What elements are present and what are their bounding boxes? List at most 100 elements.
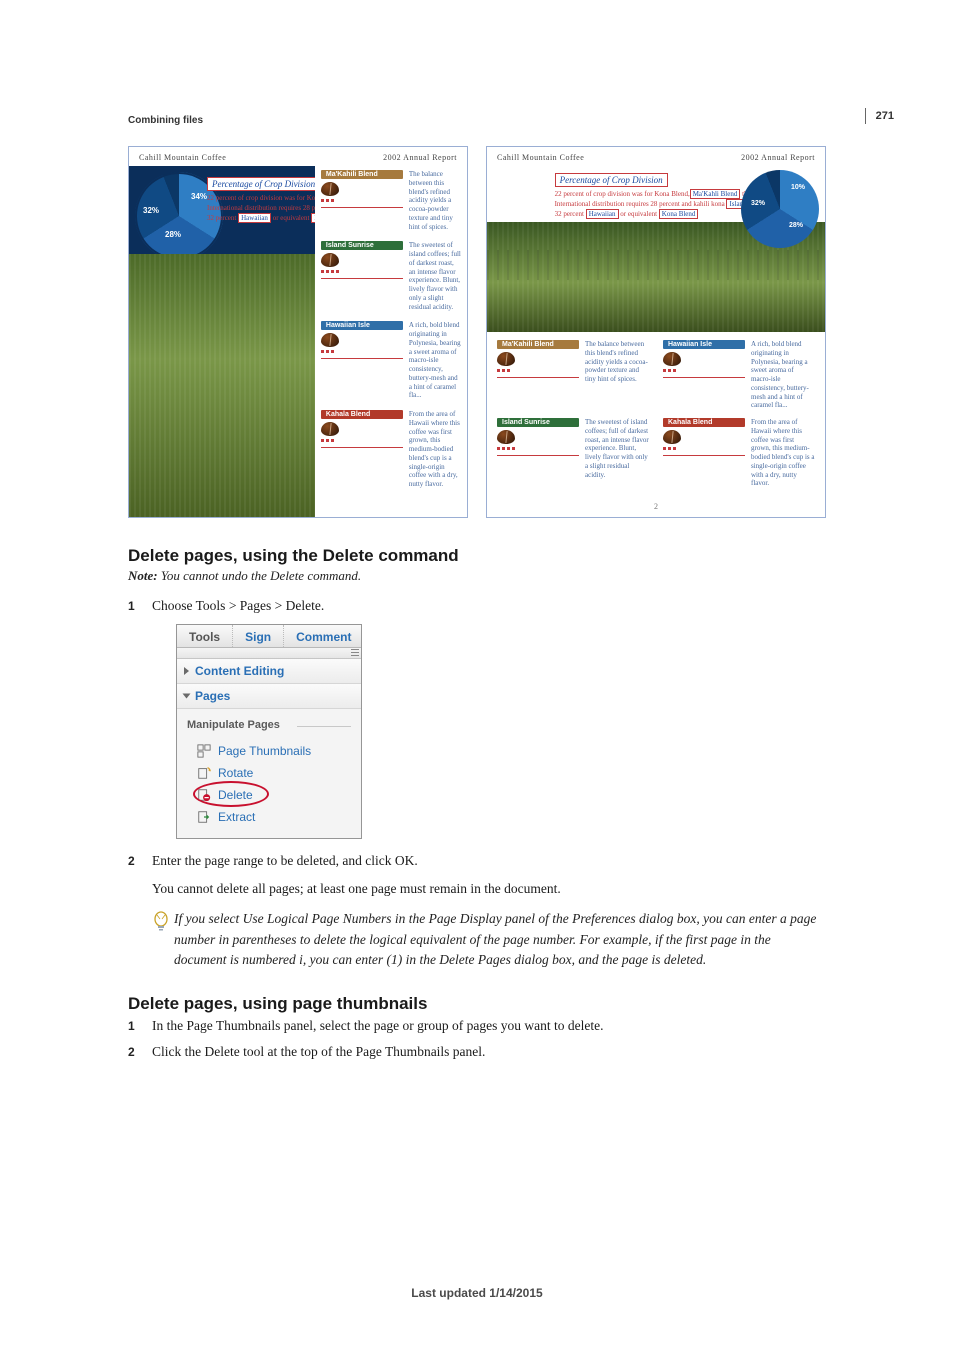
pie-slice-pct: 32%: [143, 206, 159, 215]
tools-panel-screenshot: Tools Sign Comment Content Editing Pages: [176, 624, 362, 839]
coffee-bean-icon: [321, 253, 339, 267]
tab-sign[interactable]: Sign: [233, 625, 284, 647]
blend-tag: Kahala Blend: [663, 418, 745, 427]
coffee-bean-icon: [663, 430, 681, 444]
step-text: Choose Tools > Pages > Delete.: [152, 598, 324, 613]
tab-comment[interactable]: Comment: [284, 625, 363, 647]
tab-tools[interactable]: Tools: [177, 625, 233, 647]
rating-dots: [321, 199, 403, 202]
coffee-bean-icon: [321, 333, 339, 347]
chart-legend-title: Percentage of Crop Division: [555, 173, 668, 187]
note-prefix: Note:: [128, 568, 158, 583]
item-page-thumbnails[interactable]: Page Thumbnails: [187, 740, 351, 762]
blend-tag: Kahala Blend: [321, 410, 403, 419]
panel-tabs: Tools Sign Comment: [177, 625, 361, 648]
delete-icon: [197, 788, 211, 802]
blend-description: From the area of Hawaii where this coffe…: [751, 418, 815, 488]
rating-dots: [497, 369, 579, 372]
figure-photo-area: 34% 32% 28% Percentage of Crop Division …: [129, 166, 315, 517]
steps-list: Choose Tools > Pages > Delete. Tools Sig…: [128, 596, 826, 899]
item-delete[interactable]: Delete: [187, 784, 351, 806]
note-text: Note: You cannot undo the Delete command…: [128, 568, 826, 584]
page-number: 271: [865, 108, 894, 124]
rating-dots: [321, 270, 403, 273]
blend-description: The sweetest of island coffees; full of …: [585, 418, 649, 488]
rating-dots: [663, 447, 745, 450]
item-extract[interactable]: Extract: [187, 806, 351, 828]
blend-card: Ma'Kahili Blend The balance between this…: [321, 170, 461, 231]
blend-card: Ma'Kahili Blend The balance between this…: [497, 340, 649, 410]
blend-tag: Hawaiian Isle: [321, 321, 403, 330]
pie-slice-pct: 28%: [789, 222, 803, 229]
disclosure-triangle-icon: [184, 667, 189, 675]
step-item: Choose Tools > Pages > Delete. Tools Sig…: [128, 596, 826, 839]
lightbulb-icon: [152, 911, 170, 935]
blend-description: From the area of Hawaii where this coffe…: [409, 410, 461, 489]
blend-tag: Ma'Kahili Blend: [497, 340, 579, 349]
extract-icon: [197, 810, 211, 824]
row-content-editing[interactable]: Content Editing: [177, 659, 361, 684]
figure-titlebar: Cahill Mountain Coffee 2002 Annual Repor…: [487, 147, 825, 166]
pie-slice-pct: 10%: [791, 184, 805, 191]
breadcrumb: Combining files: [128, 115, 826, 126]
brand-name: Cahill Mountain Coffee: [497, 153, 584, 162]
rating-dots: [321, 439, 403, 442]
step-item: Enter the page range to be deleted, and …: [128, 851, 826, 900]
blend-tag: Island Sunrise: [497, 418, 579, 427]
pie-slice-pct: 32%: [751, 200, 765, 207]
coffee-bean-icon: [497, 430, 515, 444]
blend-description: The balance between this blend's refined…: [585, 340, 649, 410]
coffee-bean-icon: [497, 352, 515, 366]
page-thumbnails-icon: [197, 744, 211, 758]
figure-portrait: Cahill Mountain Coffee 2002 Annual Repor…: [128, 146, 468, 518]
report-year: 2002 Annual Report: [741, 153, 815, 162]
coffee-bean-icon: [321, 422, 339, 436]
heading-delete-command: Delete pages, using the Delete command: [128, 546, 826, 566]
row-pages[interactable]: Pages: [177, 684, 361, 709]
blend-tag: Island Sunrise: [321, 241, 403, 250]
figures-row: Cahill Mountain Coffee 2002 Annual Repor…: [128, 146, 826, 518]
blend-description: The balance between this blend's refined…: [409, 170, 461, 231]
blend-card: Hawaiian Isle A rich, bold blend origina…: [663, 340, 815, 410]
figure-page-number: 2: [487, 498, 825, 517]
blend-card: Island Sunrise The sweetest of island co…: [321, 241, 461, 311]
coffee-bean-icon: [663, 352, 681, 366]
blend-description: The sweetest of island coffees; full of …: [409, 241, 461, 311]
group-title: Manipulate Pages: [187, 717, 351, 734]
heading-delete-thumbnails: Delete pages, using page thumbnails: [128, 994, 826, 1014]
blend-tag: Ma'Kahili Blend: [321, 170, 403, 179]
blend-tag: Hawaiian Isle: [663, 340, 745, 349]
group-manipulate-pages: Manipulate Pages Page Thumbnails Rotate …: [177, 709, 361, 838]
rating-dots: [497, 447, 579, 450]
chart-legend-title: Percentage of Crop Division: [207, 177, 315, 191]
blend-card: Kahala Blend From the area of Hawaii whe…: [663, 418, 815, 488]
disclosure-triangle-icon: [183, 694, 191, 699]
blend-card: Island Sunrise The sweetest of island co…: [497, 418, 649, 488]
pie-chart: 10% 32% 28%: [741, 170, 819, 248]
report-year: 2002 Annual Report: [383, 153, 457, 162]
panel-options-icon[interactable]: [177, 648, 361, 659]
step-item: Click the Delete tool at the top of the …: [128, 1042, 826, 1062]
pie-slice-pct: 34%: [191, 192, 207, 201]
page-footer: Last updated 1/14/2015: [0, 1286, 954, 1300]
steps-list: In the Page Thumbnails panel, select the…: [128, 1016, 826, 1063]
figure-titlebar: Cahill Mountain Coffee 2002 Annual Repor…: [129, 147, 467, 166]
blend-card: Kahala Blend From the area of Hawaii whe…: [321, 410, 461, 489]
step-text: In the Page Thumbnails panel, select the…: [152, 1018, 604, 1033]
step-text: Click the Delete tool at the top of the …: [152, 1044, 485, 1059]
step-subtext: You cannot delete all pages; at least on…: [152, 879, 826, 899]
blend-description: A rich, bold blend originating in Polyne…: [751, 340, 815, 410]
blend-card: Hawaiian Isle A rich, bold blend origina…: [321, 321, 461, 400]
coffee-bean-icon: [321, 182, 339, 196]
chart-legend: Percentage of Crop Division 22 percent o…: [207, 174, 315, 223]
rating-dots: [663, 369, 745, 372]
item-rotate[interactable]: Rotate: [187, 762, 351, 784]
step-item: In the Page Thumbnails panel, select the…: [128, 1016, 826, 1036]
blend-description: A rich, bold blend originating in Polyne…: [409, 321, 461, 400]
figure-landscape: Cahill Mountain Coffee 2002 Annual Repor…: [486, 146, 826, 518]
step-text: Enter the page range to be deleted, and …: [152, 853, 418, 868]
rotate-icon: [197, 766, 211, 780]
tip-callout: If you select Use Logical Page Numbers i…: [128, 909, 826, 970]
tip-text: If you select Use Logical Page Numbers i…: [174, 909, 826, 970]
rating-dots: [321, 350, 403, 353]
